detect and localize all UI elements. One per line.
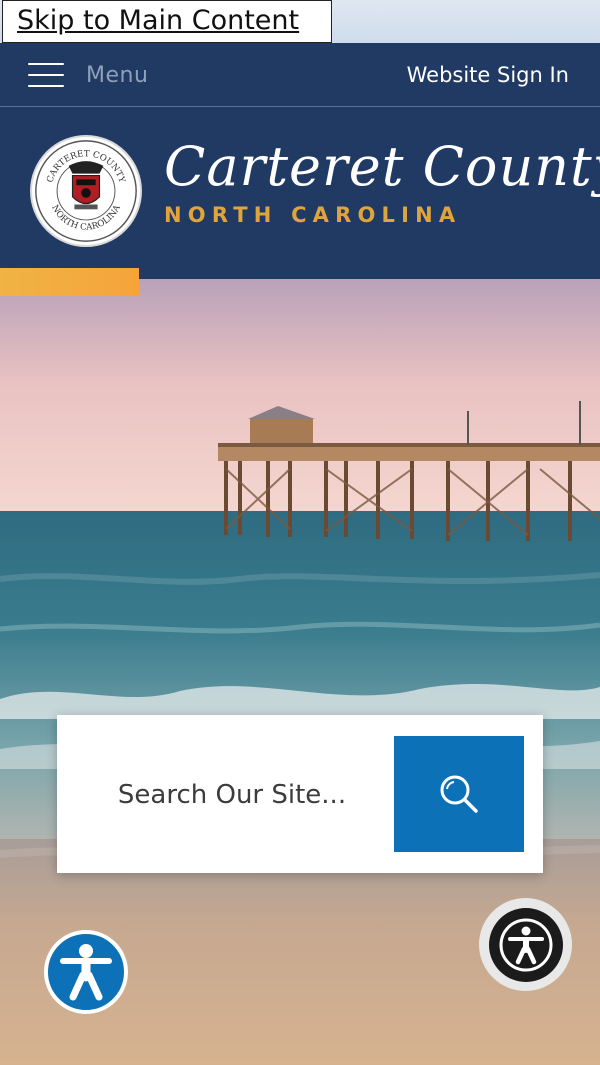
site-header: CARTERET COUNTY NORTH CAROLINA Carteret … — [0, 107, 600, 279]
county-seal-logo[interactable]: CARTERET COUNTY NORTH CAROLINA — [30, 135, 142, 247]
skip-to-main-content-link[interactable]: Skip to Main Content — [2, 0, 332, 43]
accessibility-icon — [60, 944, 112, 1001]
search-input[interactable] — [67, 736, 397, 854]
search-icon — [440, 775, 478, 813]
hamburger-icon — [28, 63, 64, 87]
accessibility-ring — [488, 907, 563, 982]
county-name-wordmark[interactable]: Carteret County — [164, 135, 600, 198]
accessibility-button-left[interactable] — [44, 930, 128, 1014]
search-button[interactable] — [394, 736, 524, 852]
website-sign-in-link[interactable]: Website Sign In — [407, 43, 569, 107]
accent-bar — [0, 268, 139, 296]
accessibility-button-right[interactable] — [479, 898, 572, 991]
menu-button[interactable]: Menu — [28, 43, 148, 107]
top-navigation-bar: Menu Website Sign In — [0, 43, 600, 107]
search-card — [57, 715, 543, 873]
accessibility-icon — [499, 918, 552, 971]
state-name: NORTH CAROLINA — [164, 203, 462, 227]
menu-label: Menu — [86, 62, 149, 88]
skip-bar: Skip to Main Content — [0, 0, 600, 43]
